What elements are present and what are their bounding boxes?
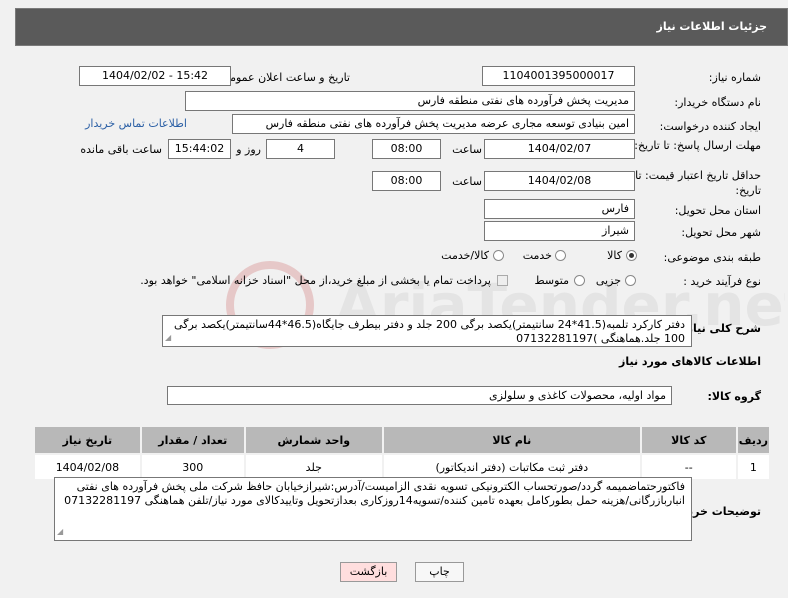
cell-row-number: 1 bbox=[735, 453, 772, 481]
announce-field: 1404/02/02 - 15:42 bbox=[79, 66, 231, 86]
reply-deadline-text: مهلت ارسال پاسخ: تا تاریخ: bbox=[634, 139, 761, 152]
buyer-org-field: مدیریت پخش فرآورده های نفتی منطقه فارس bbox=[185, 91, 635, 111]
category-goods-service-radio[interactable] bbox=[493, 250, 504, 261]
goods-group-field: مواد اولیه، محصولات کاغذی و سلولزی bbox=[167, 386, 672, 405]
purchase-partial-radio[interactable] bbox=[625, 275, 636, 286]
col-header-quantity: تعداد / مقدار bbox=[139, 425, 246, 455]
description-label: شرح کلی نیاز: bbox=[682, 322, 761, 335]
description-value: دفتر کارکرد تلمبه(41.5*24 سانتیمتر)یکصد … bbox=[174, 318, 685, 345]
description-text: دفتر کارکرد تلمبه(41.5*24 سانتیمتر)یکصد … bbox=[162, 315, 692, 347]
col-header-row-number: ردیف bbox=[735, 425, 772, 455]
col-header-unit: واحد شمارش bbox=[243, 425, 384, 455]
city-label: شهر محل تحویل: bbox=[681, 226, 761, 239]
col-header-item-code: کد کالا bbox=[639, 425, 738, 455]
days-field: 4 bbox=[266, 139, 335, 159]
need-number-label: شماره نیاز: bbox=[708, 71, 761, 84]
purchase-medium-label: متوسط bbox=[534, 274, 569, 287]
province-label: استان محل تحویل: bbox=[674, 204, 761, 217]
purchase-partial-label: جزیی bbox=[595, 274, 621, 287]
category-goods-service-label: کالا/خدمت bbox=[441, 249, 489, 262]
price-time-label: ساعت bbox=[452, 175, 482, 188]
remaining-time-field: 15:44:02 bbox=[168, 139, 231, 159]
print-button[interactable]: چاپ bbox=[415, 562, 464, 582]
province-field: فارس bbox=[484, 199, 635, 219]
reply-time-label: ساعت bbox=[452, 143, 482, 156]
goods-info-title: اطلاعات کالاهای مورد نیاز bbox=[619, 355, 761, 368]
reply-date-field: 1404/02/07 bbox=[484, 139, 635, 159]
requester-label: ایجاد کننده درخواست: bbox=[659, 120, 761, 133]
category-goods-radio[interactable] bbox=[626, 250, 637, 261]
buyer-notes-value: فاکتورحتماضمیمه گردد/صورتحساب الکترونیکی… bbox=[64, 480, 685, 507]
goods-group-label: گروه کالا: bbox=[707, 390, 761, 403]
city-field: شیراز bbox=[484, 221, 635, 241]
category-service-radio[interactable] bbox=[555, 250, 566, 261]
treasury-payment-checkbox[interactable] bbox=[497, 275, 508, 286]
purchase-medium-radio[interactable] bbox=[574, 275, 585, 286]
items-table: ردیف کد کالا نام کالا واحد شمارش تعداد /… bbox=[33, 425, 772, 481]
category-label: طبقه بندی موضوعی: bbox=[663, 251, 761, 264]
resize-grip-icon[interactable]: ◢ bbox=[57, 525, 63, 539]
need-number-field: 1104001395000017 bbox=[482, 66, 635, 86]
reply-time-field: 08:00 bbox=[372, 139, 441, 159]
page-title: جزئیات اطلاعات نیاز bbox=[656, 20, 768, 33]
payment-note: پرداخت تمام یا بخشی از مبلغ خرید،از محل … bbox=[140, 274, 491, 287]
col-header-item-name: نام کالا bbox=[381, 425, 642, 455]
back-button[interactable]: بازگشت bbox=[340, 562, 397, 582]
reply-deadline-label: مهلت ارسال پاسخ: تا تاریخ: bbox=[634, 139, 761, 152]
resize-grip-icon[interactable]: ◢ bbox=[165, 331, 171, 345]
category-goods-label: کالا bbox=[607, 249, 622, 262]
announce-label: تاریخ و ساعت اعلان عمومی: bbox=[217, 71, 350, 84]
purchase-type-label: نوع فرآیند خرید : bbox=[683, 275, 761, 288]
remaining-time-label: ساعت باقی مانده bbox=[80, 143, 162, 156]
col-header-need-date: تاریخ نیاز bbox=[33, 425, 142, 455]
buyer-notes-text: فاکتورحتماضمیمه گردد/صورتحساب الکترونیکی… bbox=[54, 477, 692, 541]
buyer-org-label: نام دستگاه خریدار: bbox=[674, 96, 761, 109]
table-header-row: ردیف کد کالا نام کالا واحد شمارش تعداد /… bbox=[33, 425, 772, 455]
contact-info-link[interactable]: اطلاعات تماس خریدار bbox=[85, 117, 187, 130]
page-header: جزئیات اطلاعات نیاز bbox=[15, 8, 788, 46]
price-time-field: 08:00 bbox=[372, 171, 441, 191]
days-label: روز و bbox=[236, 143, 261, 156]
category-service-label: خدمت bbox=[522, 249, 552, 262]
price-date-field: 1404/02/08 bbox=[484, 171, 635, 191]
requester-field: امین بنیادی توسعه مجاری عرضه مدیریت پخش … bbox=[232, 114, 635, 134]
